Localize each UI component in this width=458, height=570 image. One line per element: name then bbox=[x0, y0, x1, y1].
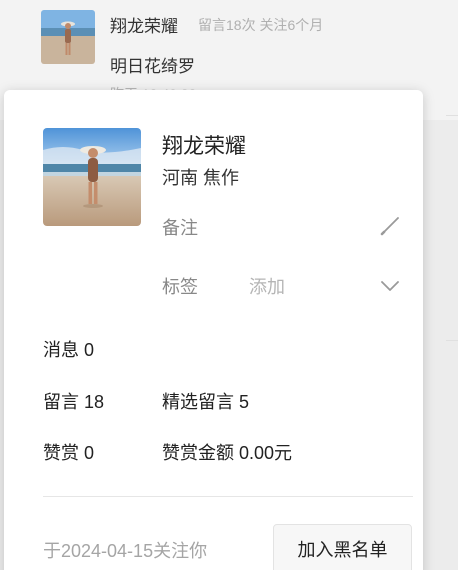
tag-label: 标签 bbox=[162, 277, 198, 297]
pencil-icon[interactable] bbox=[378, 214, 402, 238]
featured-comments-count: 精选留言 5 bbox=[162, 392, 250, 412]
list-divider bbox=[446, 340, 458, 341]
rewards-count: 赞赏 0 bbox=[43, 443, 95, 463]
reward-amount: 赞赏金额 0.00元 bbox=[162, 443, 293, 463]
background-name: 翔龙荣耀 bbox=[110, 17, 178, 36]
background-meta: 留言18次 关注6个月 bbox=[198, 17, 324, 33]
avatar[interactable] bbox=[43, 128, 141, 226]
background-message: 明日花绮罗 bbox=[110, 57, 195, 76]
page: 翔龙荣耀 留言18次 关注6个月 明日花绮罗 昨天 18:40:33 bbox=[0, 0, 458, 570]
profile-name: 翔龙荣耀 bbox=[162, 135, 246, 158]
add-tag-button[interactable]: 添加 bbox=[249, 273, 285, 299]
background-avatar[interactable] bbox=[41, 10, 95, 64]
profile-location: 河南 焦作 bbox=[162, 168, 240, 188]
add-to-blacklist-button[interactable]: 加入黑名单 bbox=[273, 524, 412, 570]
follow-date: 于2024-04-15关注你 bbox=[43, 541, 208, 561]
user-profile-card: 翔龙荣耀 河南 焦作 备注 标签 添加 消息 0 留言 18 精选留言 5 赞赏… bbox=[4, 90, 423, 570]
divider bbox=[43, 496, 413, 497]
list-divider bbox=[446, 115, 458, 116]
comments-count: 留言 18 bbox=[43, 392, 105, 412]
remark-label: 备注 bbox=[162, 218, 198, 238]
messages-count: 消息 0 bbox=[43, 340, 95, 360]
chevron-down-icon[interactable] bbox=[379, 276, 401, 296]
